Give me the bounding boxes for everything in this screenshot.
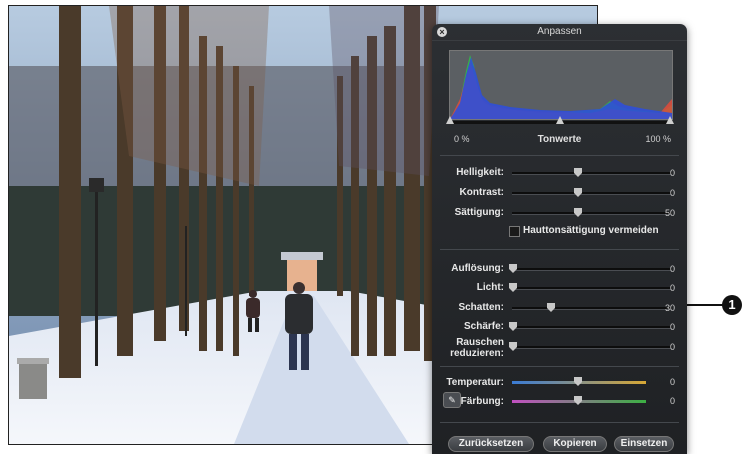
temperature-label: Temperatur:	[446, 377, 504, 388]
separator	[440, 366, 679, 367]
sharpness-label: Schärfe:	[463, 321, 504, 332]
shadows-label: Schatten:	[458, 302, 504, 313]
saturation-value: 50	[664, 208, 675, 218]
levels-mid-handle[interactable]	[556, 116, 564, 124]
noise-reduction-value: 0	[669, 342, 675, 352]
saturation-thumb[interactable]	[574, 208, 582, 217]
reset-button[interactable]: Zurücksetzen	[448, 436, 534, 452]
sharpness-thumb[interactable]	[509, 322, 517, 331]
close-icon[interactable]: ×	[437, 27, 447, 37]
levels-black-handle[interactable]	[446, 116, 454, 124]
levels-white-handle[interactable]	[666, 116, 674, 124]
histogram-blue-channel	[450, 57, 672, 119]
paste-button[interactable]: Einsetzen	[614, 436, 674, 452]
separator	[440, 249, 679, 250]
adjust-panel: Anpassen × 0 % Tonwerte 100 % Helligkeit…	[432, 24, 687, 454]
tint-thumb[interactable]	[574, 396, 582, 405]
callout-line	[686, 304, 726, 306]
noise-reduction-label: Rauschen reduzieren:	[450, 337, 504, 359]
definition-thumb[interactable]	[509, 264, 517, 273]
panel-title: Anpassen	[537, 26, 582, 37]
tint-label: Färbung:	[460, 396, 504, 407]
contrast-label: Kontrast:	[459, 187, 504, 198]
temperature-value: 0	[669, 377, 675, 387]
temperature-thumb[interactable]	[574, 377, 582, 386]
skin-tone-label: Hauttonsättigung vermeiden	[523, 225, 659, 236]
copy-button[interactable]: Kopieren	[543, 436, 607, 452]
noise-reduction-thumb[interactable]	[509, 342, 517, 351]
callout-badge: 1	[722, 295, 742, 315]
brightness-label: Helligkeit:	[456, 167, 504, 178]
definition-label: Auflösung:	[451, 263, 504, 274]
brightness-value: 0	[669, 168, 675, 178]
highlights-thumb[interactable]	[509, 283, 517, 292]
saturation-label: Sättigung:	[454, 207, 504, 218]
sharpness-value: 0	[669, 322, 675, 332]
separator	[440, 422, 679, 423]
brightness-thumb[interactable]	[574, 168, 582, 177]
tint-value: 0	[669, 396, 675, 406]
histogram-graph	[450, 55, 672, 119]
shadows-value: 30	[664, 303, 675, 313]
contrast-thumb[interactable]	[574, 188, 582, 197]
definition-value: 0	[669, 264, 675, 274]
separator	[440, 155, 679, 156]
histogram	[449, 50, 673, 120]
shadows-thumb[interactable]	[547, 303, 555, 312]
highlights-label: Licht:	[476, 282, 504, 293]
panel-titlebar[interactable]: Anpassen	[432, 24, 687, 41]
levels-max-label: 100 %	[645, 134, 671, 144]
contrast-value: 0	[669, 188, 675, 198]
skin-tone-checkbox[interactable]	[509, 226, 520, 237]
highlights-value: 0	[669, 283, 675, 293]
